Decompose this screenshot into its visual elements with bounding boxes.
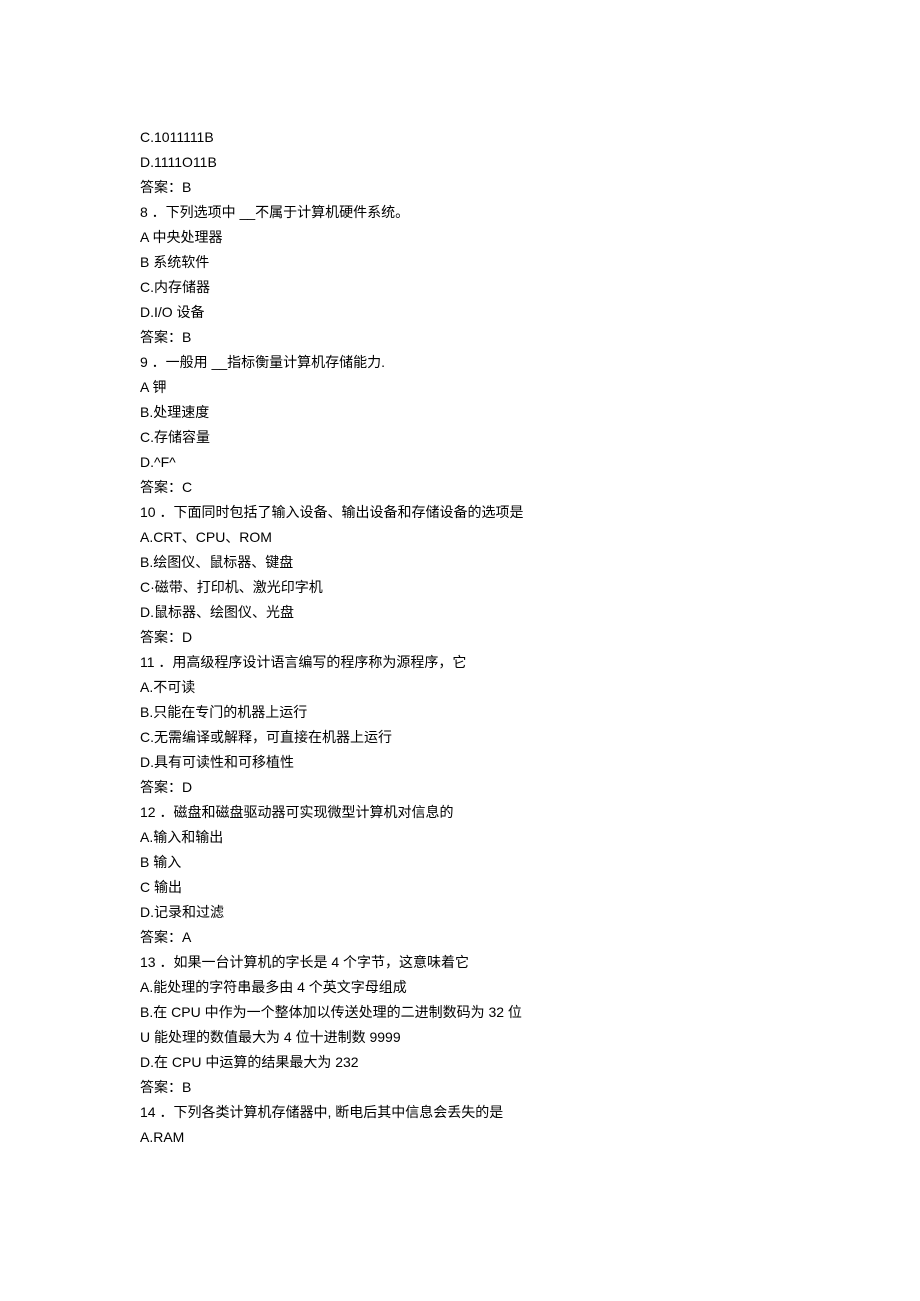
option-line: D.在 CPU 中运算的结果最大为 232: [140, 1050, 780, 1075]
question-line: 14 ．下列各类计算机存储器中, 断电后其中信息会丢失的是: [140, 1100, 780, 1125]
answer-line: 答案：B: [140, 175, 780, 200]
option-line: D.具有可读性和可移植性: [140, 750, 780, 775]
option-line: B 系统软件: [140, 250, 780, 275]
option-line: B.绘图仪、鼠标器、键盘: [140, 550, 780, 575]
option-line: A.不可读: [140, 675, 780, 700]
text-line: C.1011111B: [140, 125, 780, 150]
answer-line: 答案：B: [140, 1075, 780, 1100]
option-line: A 中央处理器: [140, 225, 780, 250]
document-page: C.1011111B D.1111O11B 答案：B 8 ．下列选项中 __不属…: [0, 0, 920, 1270]
option-line: C 输出: [140, 875, 780, 900]
option-line: D.I/O 设备: [140, 300, 780, 325]
option-line: B 输入: [140, 850, 780, 875]
answer-line: 答案：D: [140, 625, 780, 650]
option-line: B.只能在专门的机器上运行: [140, 700, 780, 725]
option-line: A 钾: [140, 375, 780, 400]
option-line: B.在 CPU 中作为一个整体加以传送处理的二进制数码为 32 位: [140, 1000, 780, 1025]
option-line: A.能处理的字符串最多由 4 个英文字母组成: [140, 975, 780, 1000]
answer-line: 答案：A: [140, 925, 780, 950]
text-line: D.1111O11B: [140, 150, 780, 175]
option-line: C·磁带、打印机、激光印字机: [140, 575, 780, 600]
option-line: D.记录和过滤: [140, 900, 780, 925]
question-line: 8 ．下列选项中 __不属于计算机硬件系统。: [140, 200, 780, 225]
option-line: D.鼠标器、绘图仪、光盘: [140, 600, 780, 625]
option-line: C.无需编译或解释，可直接在机器上运行: [140, 725, 780, 750]
option-line: D.^F^: [140, 450, 780, 475]
answer-line: 答案：B: [140, 325, 780, 350]
option-line: U 能处理的数值最大为 4 位十进制数 9999: [140, 1025, 780, 1050]
option-line: A.输入和输出: [140, 825, 780, 850]
option-line: A.RAM: [140, 1125, 780, 1150]
option-line: A.CRT、CPU、ROM: [140, 525, 780, 550]
question-line: 9 ．一般用 __指标衡量计算机存储能力.: [140, 350, 780, 375]
question-line: 11 ．用高级程序设计语言编写的程序称为源程序，它: [140, 650, 780, 675]
answer-line: 答案：C: [140, 475, 780, 500]
option-line: C.内存储器: [140, 275, 780, 300]
option-line: C.存储容量: [140, 425, 780, 450]
question-line: 10 ．下面同时包括了输入设备、输出设备和存储设备的选项是: [140, 500, 780, 525]
option-line: B.处理速度: [140, 400, 780, 425]
question-line: 12 ．磁盘和磁盘驱动器可实现微型计算机对信息的: [140, 800, 780, 825]
question-line: 13 ．如果一台计算机的字长是 4 个字节，这意味着它: [140, 950, 780, 975]
answer-line: 答案：D: [140, 775, 780, 800]
